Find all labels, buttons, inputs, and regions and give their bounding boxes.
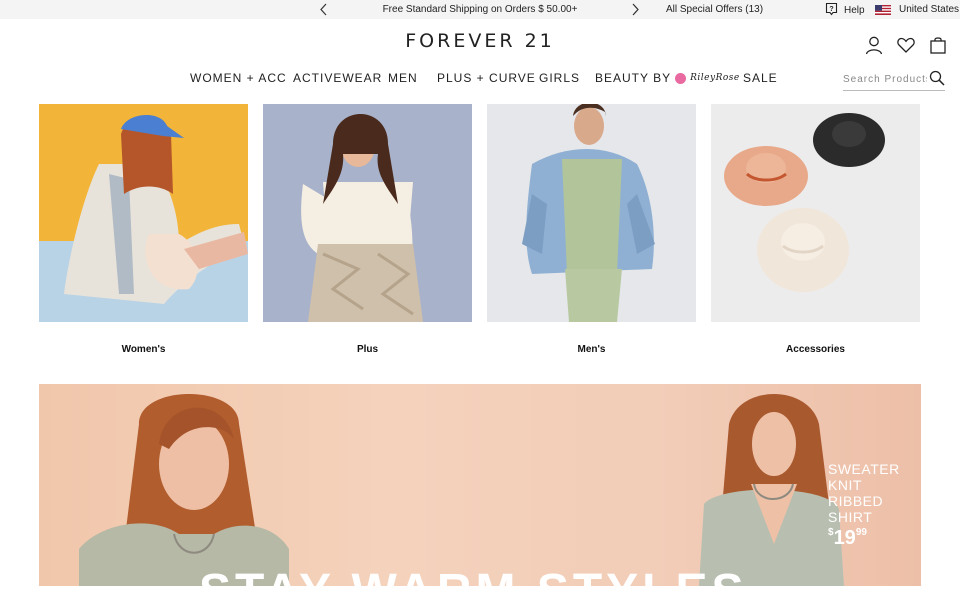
category-tile-women[interactable]: [39, 104, 248, 322]
price-dollars: 19: [833, 527, 856, 549]
nav-beauty-label: BEAUTY BY: [595, 71, 672, 85]
plus-model-image: [263, 104, 472, 322]
price-cents: 99: [855, 527, 867, 538]
hero-banner[interactable]: SWEATER KNIT RIBBED SHIRT $1999 STAY WAR…: [39, 384, 921, 586]
heart-icon[interactable]: [896, 35, 916, 55]
help-icon: ?: [825, 2, 838, 16]
bag-icon[interactable]: [928, 35, 948, 55]
nav-girls[interactable]: GIRLS: [539, 71, 580, 85]
chevron-left-icon[interactable]: [317, 2, 331, 17]
riley-rose-icon: [675, 72, 687, 84]
men-model-image: [487, 104, 696, 322]
nav-women-acc[interactable]: WOMEN + ACC: [190, 71, 287, 85]
search-icon[interactable]: [929, 70, 945, 86]
search-input[interactable]: [843, 71, 927, 87]
help-label: Help: [844, 4, 865, 16]
hero-headline: STAY WARM STYLES: [199, 564, 819, 586]
special-offers-link[interactable]: All Special Offers (13): [666, 4, 763, 15]
us-flag-icon: [875, 4, 891, 15]
category-tile-men[interactable]: [487, 104, 696, 322]
category-label-accessories[interactable]: Accessories: [711, 344, 920, 355]
riley-rose-logo: RileyRose: [690, 73, 740, 83]
hats-image: [711, 104, 920, 322]
women-model-image: [39, 104, 248, 322]
nav-sale[interactable]: SALE: [743, 71, 778, 85]
search-box: [843, 69, 945, 91]
hero-models-image: [79, 394, 844, 586]
nav-plus-curve[interactable]: PLUS + CURVE: [437, 71, 536, 85]
nav-men[interactable]: MEN: [388, 71, 418, 85]
country-label: United States: [899, 4, 960, 15]
category-tile-accessories[interactable]: [711, 104, 920, 322]
account-icon[interactable]: [864, 35, 884, 55]
category-tile-plus[interactable]: [263, 104, 472, 322]
country-selector[interactable]: United States: [875, 4, 959, 15]
promo-price: $1999: [828, 527, 921, 550]
promo-line-3: SHIRT: [828, 509, 873, 525]
promo-line-2: KNIT RIBBED: [828, 477, 884, 509]
promo-line-1: SWEATER: [828, 461, 900, 477]
category-label-plus[interactable]: Plus: [263, 344, 472, 355]
main-nav: WOMEN + ACC ACTIVEWEAR MEN PLUS + CURVE …: [0, 71, 960, 87]
category-label-women[interactable]: Women's: [39, 344, 248, 355]
brand-logo[interactable]: FOREVER 21: [380, 30, 580, 52]
nav-activewear[interactable]: ACTIVEWEAR: [293, 71, 382, 85]
promo-callout: SWEATER KNIT RIBBED SHIRT $1999: [828, 461, 921, 550]
svg-text:?: ?: [829, 6, 833, 13]
chevron-right-icon[interactable]: [628, 2, 642, 17]
promo-bar: Free Standard Shipping on Orders $ 50.00…: [0, 0, 960, 19]
help-link[interactable]: ? Help: [825, 2, 865, 16]
shipping-promo-text[interactable]: Free Standard Shipping on Orders $ 50.00…: [340, 4, 620, 15]
nav-beauty[interactable]: BEAUTY BY RileyRose: [595, 71, 740, 85]
category-label-men[interactable]: Men's: [487, 344, 696, 355]
